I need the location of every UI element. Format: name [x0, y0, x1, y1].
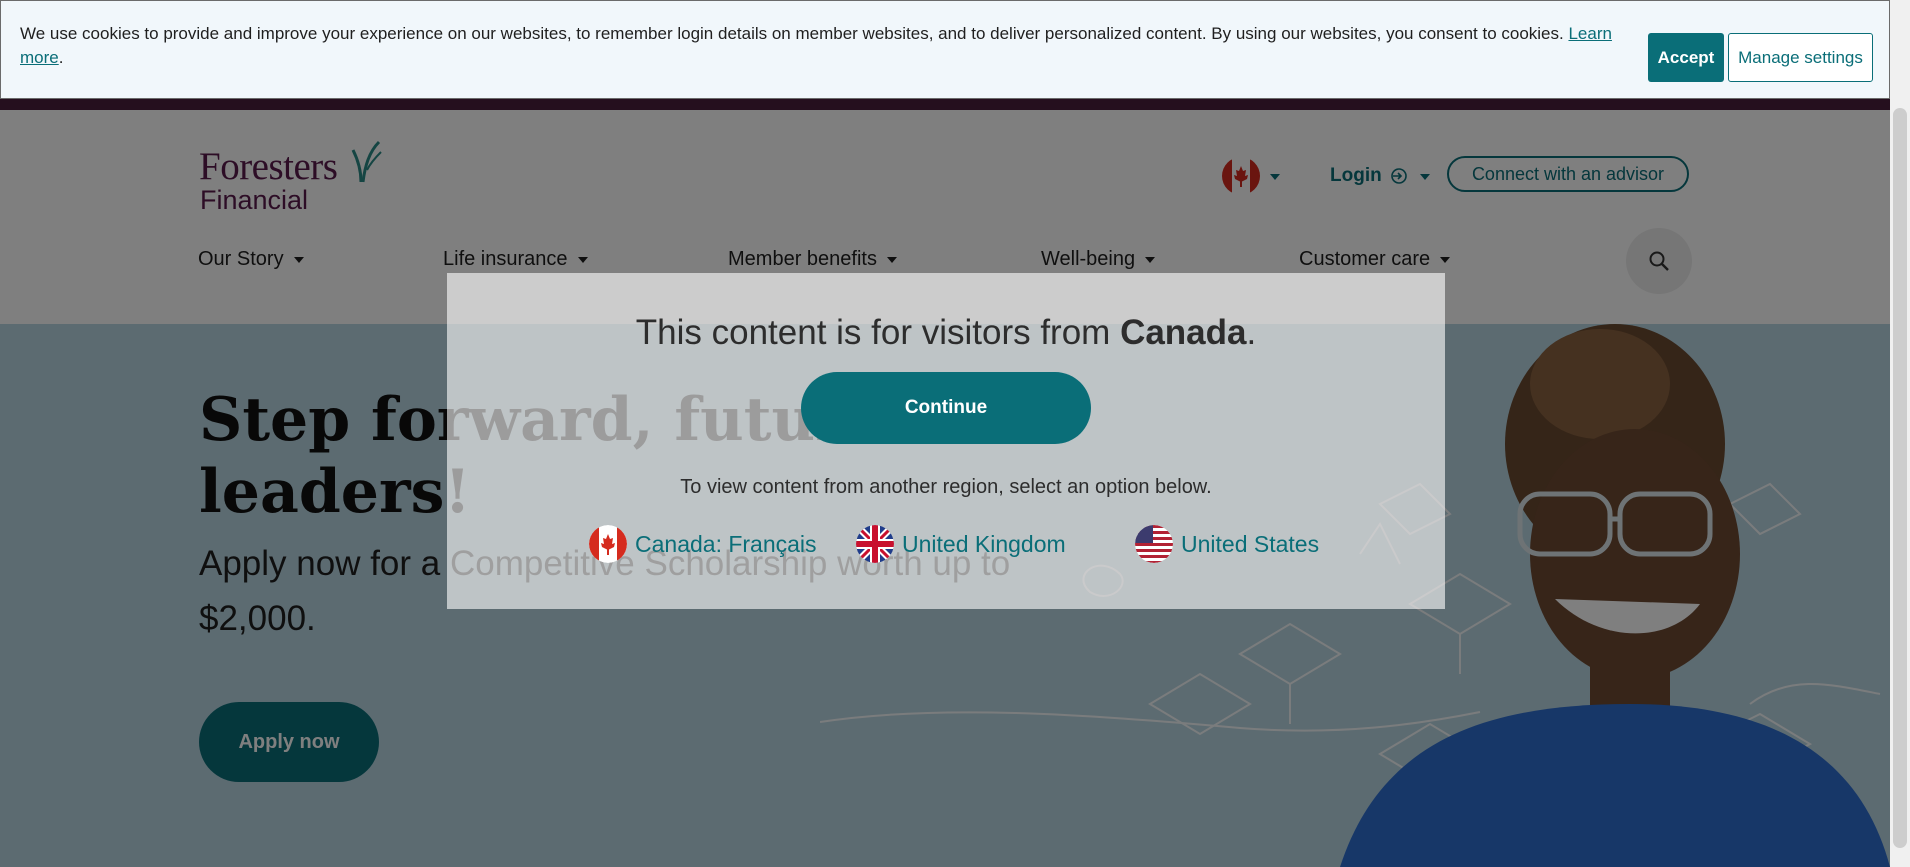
cookie-banner: We use cookies to provide and improve yo… — [0, 0, 1890, 99]
region-modal-note: To view content from another region, sel… — [680, 476, 1212, 498]
region-option-united-states[interactable]: United States — [1135, 524, 1319, 564]
region-selection-modal: This content is for visitors from Canada… — [447, 273, 1445, 609]
accept-cookies-button[interactable]: Accept — [1648, 33, 1724, 82]
region-option-canada-french[interactable]: Canada: Français — [589, 524, 817, 564]
region-modal-title: This content is for visitors from Canada… — [447, 313, 1445, 353]
region-title-prefix: This content is for visitors from — [635, 313, 1121, 352]
canada-flag-icon — [589, 525, 627, 563]
region-option-united-kingdom[interactable]: United Kingdom — [856, 524, 1066, 564]
manage-settings-button[interactable]: Manage settings — [1728, 33, 1873, 82]
page-scrollbar[interactable] — [1890, 0, 1910, 867]
cookie-text: We use cookies to provide and improve yo… — [20, 24, 1564, 43]
region-option-label: Canada: Français — [635, 530, 817, 557]
us-flag-icon — [1135, 525, 1173, 563]
region-option-label: United States — [1181, 530, 1320, 557]
region-title-suffix: . — [1246, 313, 1257, 352]
cookie-text-end: . — [58, 48, 64, 67]
cookie-message: We use cookies to provide and improve yo… — [20, 22, 1630, 70]
scrollbar-thumb[interactable] — [1893, 108, 1907, 848]
region-option-label: United Kingdom — [902, 530, 1066, 557]
region-title-country: Canada — [1120, 313, 1247, 352]
continue-button[interactable]: Continue — [801, 372, 1091, 444]
uk-flag-icon — [856, 525, 894, 563]
